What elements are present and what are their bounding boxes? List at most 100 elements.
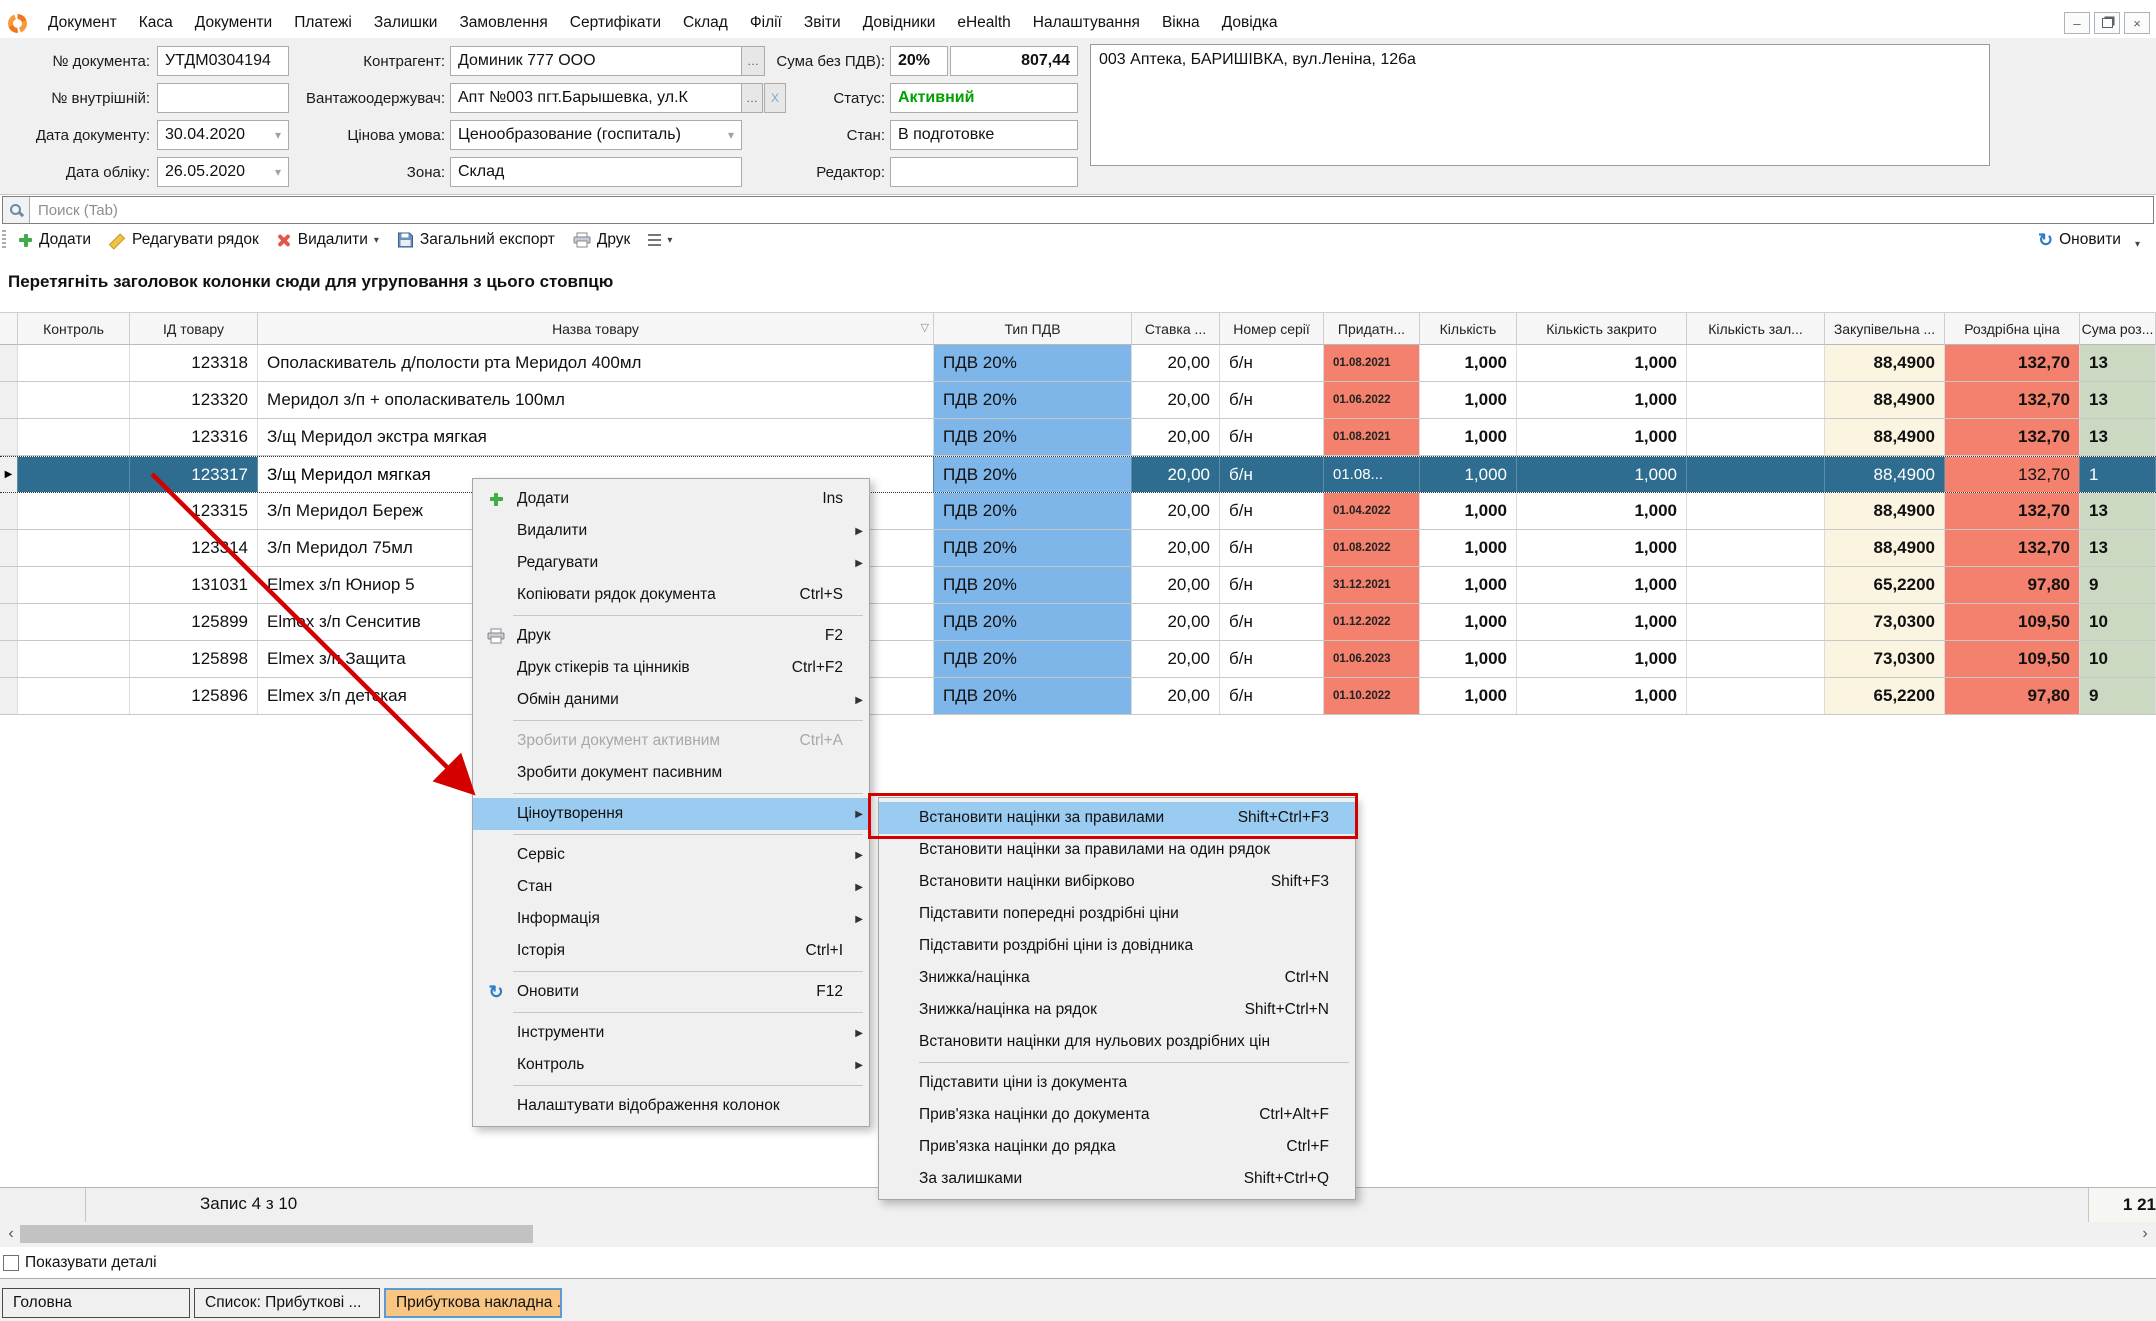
qty-cell[interactable]: 1,000 [1420, 419, 1517, 455]
menu-item-Платежі[interactable]: Платежі [283, 10, 363, 36]
qty_closed-cell[interactable]: 1,000 [1517, 678, 1687, 714]
menu-item[interactable]: ДодатиIns [473, 483, 869, 515]
menu-item[interactable]: Підставити ціни із документа [879, 1067, 1355, 1099]
column-header-marker[interactable] [0, 312, 18, 345]
menu-item-Сертифікати[interactable]: Сертифікати [559, 10, 672, 36]
menu-item-Документ[interactable]: Документ [37, 10, 128, 36]
control-cell[interactable] [18, 530, 130, 566]
retail-cell[interactable]: 97,80 [1945, 678, 2080, 714]
purchase-cell[interactable]: 88,4900 [1825, 382, 1945, 418]
control-cell[interactable] [18, 678, 130, 714]
menu-item[interactable]: ↻ОновитиF12 [473, 976, 869, 1008]
marker-cell[interactable] [0, 419, 18, 455]
purchase-cell[interactable]: 88,4900 [1825, 345, 1945, 381]
menu-item-Документи[interactable]: Документи [184, 10, 283, 36]
menu-item[interactable]: Знижка/націнка на рядокShift+Ctrl+N [879, 994, 1355, 1026]
qty-cell[interactable]: 1,000 [1420, 530, 1517, 566]
name-cell[interactable]: Меридол з/п + ополаскиватель 100мл [258, 382, 934, 418]
qty_rest-cell[interactable] [1687, 493, 1825, 529]
tab-1[interactable]: Головна [2, 1288, 190, 1318]
retail-cell[interactable]: 109,50 [1945, 604, 2080, 640]
menu-item-Склад[interactable]: Склад [672, 10, 739, 36]
sum-cell[interactable]: 13 [2080, 345, 2156, 381]
table-row[interactable]: 131031Elmex з/п Юниор 5ПДВ 20%20,00б/н31… [0, 567, 2156, 604]
control-cell[interactable] [18, 419, 130, 455]
qty-cell[interactable]: 1,000 [1420, 567, 1517, 603]
control-cell[interactable] [18, 345, 130, 381]
export-button[interactable]: Загальний експорт [391, 229, 561, 251]
id-cell[interactable]: 125899 [130, 604, 258, 640]
column-header-qty[interactable]: Кількість [1420, 312, 1517, 345]
name-cell[interactable]: З/щ Меридол экстра мягкая [258, 419, 934, 455]
purchase-cell[interactable]: 88,4900 [1825, 457, 1945, 492]
marker-cell[interactable] [0, 493, 18, 529]
table-row[interactable]: 123318Ополаскиватель д/полости рта Мерид… [0, 345, 2156, 382]
qty_rest-cell[interactable] [1687, 678, 1825, 714]
column-header-qty_closed[interactable]: Кількість закрито [1517, 312, 1687, 345]
menu-item[interactable]: Прив'язка націнки до рядкаCtrl+F [879, 1131, 1355, 1163]
id-cell[interactable]: 125896 [130, 678, 258, 714]
menu-item[interactable]: За залишкамиShift+Ctrl+Q [879, 1163, 1355, 1195]
zone-input[interactable]: Склад [450, 157, 742, 187]
name-cell[interactable]: Ополаскиватель д/полости рта Меридол 400… [258, 345, 934, 381]
table-row[interactable]: 123320Меридол з/п + ополаскиватель 100мл… [0, 382, 2156, 419]
series-cell[interactable]: б/н [1220, 345, 1324, 381]
qty_closed-cell[interactable]: 1,000 [1517, 419, 1687, 455]
column-header-sum[interactable]: Сума роз... [2080, 312, 2156, 345]
table-row[interactable]: 123316З/щ Меридол экстра мягкаяПДВ 20%20… [0, 419, 2156, 456]
marker-cell[interactable] [0, 530, 18, 566]
qty_rest-cell[interactable] [1687, 457, 1825, 492]
retail-cell[interactable]: 132,70 [1945, 345, 2080, 381]
column-header-rate[interactable]: Ставка ... [1132, 312, 1220, 345]
column-header-vat[interactable]: Тип ПДВ [934, 312, 1132, 345]
series-cell[interactable]: б/н [1220, 530, 1324, 566]
series-cell[interactable]: б/н [1220, 604, 1324, 640]
rate-cell[interactable]: 20,00 [1132, 641, 1220, 677]
menu-item[interactable]: Підставити роздрібні ціни із довідника [879, 930, 1355, 962]
qty_closed-cell[interactable]: 1,000 [1517, 604, 1687, 640]
scrollbar-thumb[interactable] [20, 1225, 533, 1243]
qty-cell[interactable]: 1,000 [1420, 493, 1517, 529]
sum-cell[interactable]: 13 [2080, 419, 2156, 455]
menu-item[interactable]: Видалити▶ [473, 515, 869, 547]
qty_closed-cell[interactable]: 1,000 [1517, 641, 1687, 677]
retail-cell[interactable]: 132,70 [1945, 382, 2080, 418]
qty-cell[interactable]: 1,000 [1420, 678, 1517, 714]
price-condition-select[interactable]: Ценообразование (госпиталь)▾ [450, 120, 742, 150]
rate-cell[interactable]: 20,00 [1132, 493, 1220, 529]
marker-cell[interactable] [0, 678, 18, 714]
qty-cell[interactable]: 1,000 [1420, 604, 1517, 640]
chevron-down-icon[interactable]: ▾ [728, 128, 734, 142]
menu-item[interactable]: Сервіс▶ [473, 839, 869, 871]
expiry-cell[interactable]: 01.08.2021 [1324, 345, 1420, 381]
menu-item[interactable]: ДрукF2 [473, 620, 869, 652]
rate-cell[interactable]: 20,00 [1132, 419, 1220, 455]
expiry-cell[interactable]: 31.12.2021 [1324, 567, 1420, 603]
series-cell[interactable]: б/н [1220, 457, 1324, 492]
menu-item-Каса[interactable]: Каса [128, 10, 184, 36]
expiry-cell[interactable]: 01.06.2023 [1324, 641, 1420, 677]
id-cell[interactable]: 123316 [130, 419, 258, 455]
retail-cell[interactable]: 132,70 [1945, 530, 2080, 566]
menu-item-Звіти[interactable]: Звіти [793, 10, 852, 36]
table-row[interactable]: 125896Elmex з/п детскаяПДВ 20%20,00б/н01… [0, 678, 2156, 715]
chevron-down-icon[interactable]: ▾ [2135, 239, 2140, 250]
menu-item[interactable]: Друк стікерів та цінниківCtrl+F2 [473, 652, 869, 684]
rate-cell[interactable]: 20,00 [1132, 457, 1220, 492]
toolbar-grip[interactable] [2, 230, 6, 250]
table-row[interactable]: 123315З/п Меридол БережПДВ 20%20,00б/н01… [0, 493, 2156, 530]
series-cell[interactable]: б/н [1220, 382, 1324, 418]
retail-cell[interactable]: 132,70 [1945, 457, 2080, 492]
filter-icon[interactable]: ▽ [921, 321, 929, 334]
control-cell[interactable] [18, 457, 130, 492]
qty-cell[interactable]: 1,000 [1420, 345, 1517, 381]
close-button[interactable]: × [2124, 12, 2150, 34]
vat-cell[interactable]: ПДВ 20% [934, 567, 1132, 603]
search-input[interactable] [30, 202, 2153, 219]
table-row[interactable]: 125899Elmex з/п СенситивПДВ 20%20,00б/н0… [0, 604, 2156, 641]
expiry-cell[interactable]: 01.08.2022 [1324, 530, 1420, 566]
sum-cell[interactable]: 10 [2080, 604, 2156, 640]
vat-cell[interactable]: ПДВ 20% [934, 419, 1132, 455]
vat-cell[interactable]: ПДВ 20% [934, 382, 1132, 418]
menu-item[interactable]: Копіювати рядок документаCtrl+S [473, 579, 869, 611]
